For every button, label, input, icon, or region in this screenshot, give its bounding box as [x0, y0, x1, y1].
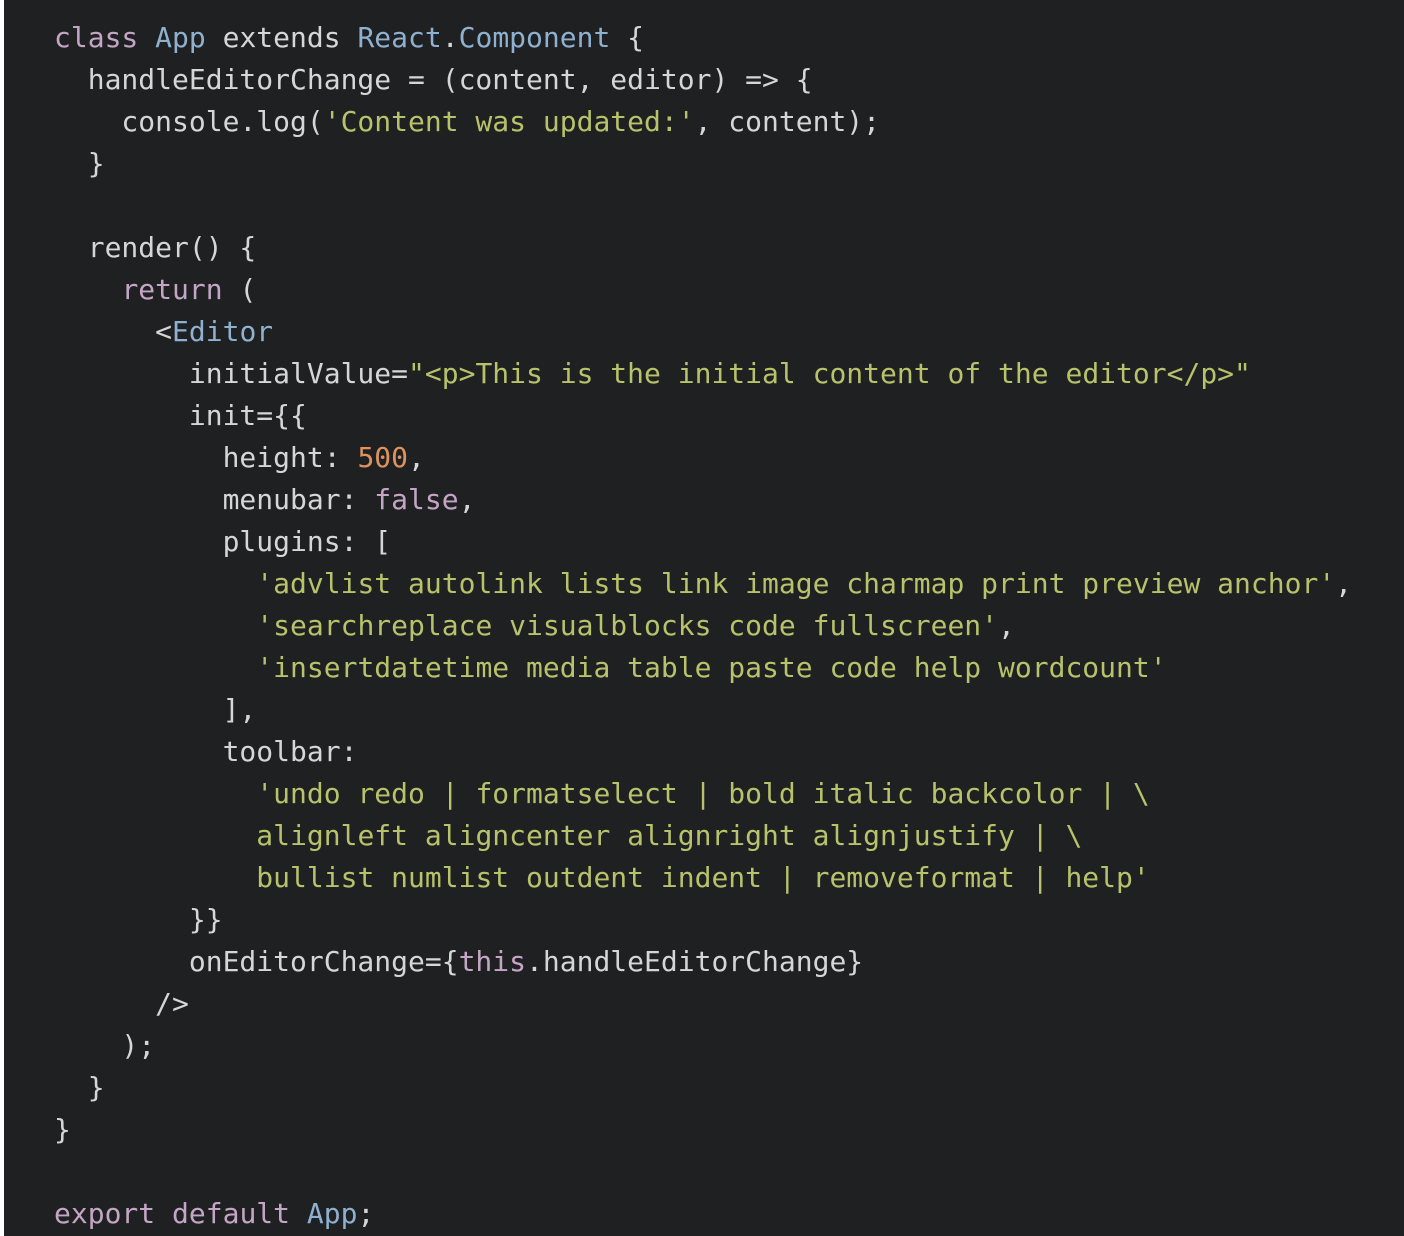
- code-line: render() {: [54, 227, 1404, 269]
- code-token-plain: menubar:: [54, 483, 375, 516]
- code-token-string: 'Content was updated:': [323, 105, 695, 138]
- code-block: class App extends React.Component { hand…: [4, 0, 1404, 1236]
- code-token-plain: }: [54, 1071, 105, 1104]
- code-line: />: [54, 983, 1404, 1025]
- code-token-class: App: [306, 1197, 358, 1230]
- code-token-plain: ;: [357, 1197, 375, 1230]
- code-lines: class App extends React.Component { hand…: [54, 17, 1404, 1235]
- code-token-plain: extends: [205, 21, 358, 54]
- code-line: alignleft aligncenter alignright alignju…: [54, 815, 1404, 857]
- code-token-plain: ,: [998, 609, 1015, 642]
- code-token-string: "<p>This is the initial content of the e…: [408, 357, 1251, 390]
- code-token-class: Component: [458, 21, 611, 54]
- code-line: initialValue="<p>This is the initial con…: [54, 353, 1404, 395]
- code-line: ],: [54, 689, 1404, 731]
- code-token-class: React: [357, 21, 442, 54]
- code-token-plain: , content);: [694, 105, 881, 138]
- code-line: }: [54, 1067, 1404, 1109]
- code-line: onEditorChange={this.handleEditorChange}: [54, 941, 1404, 983]
- code-token-plain: init={{: [54, 399, 307, 432]
- code-token-plain: ,: [408, 441, 425, 474]
- code-line: <Editor: [54, 311, 1404, 353]
- code-line: 'insertdatetime media table paste code h…: [54, 647, 1404, 689]
- code-token-plain: }}: [54, 903, 223, 936]
- code-line: 'searchreplace visualblocks code fullscr…: [54, 605, 1404, 647]
- code-line: );: [54, 1025, 1404, 1067]
- code-token-number: 500: [357, 441, 409, 474]
- code-line: }: [54, 143, 1404, 185]
- code-token-keyword: this: [458, 945, 527, 978]
- code-line: export default App;: [54, 1193, 1404, 1235]
- code-token-class: App: [155, 21, 206, 54]
- code-token-plain: }: [54, 147, 105, 180]
- code-token-plain: <: [54, 315, 173, 348]
- code-line: bullist numlist outdent indent | removef…: [54, 857, 1404, 899]
- code-line: }: [54, 1109, 1404, 1151]
- code-token-plain: />: [54, 987, 189, 1020]
- code-token-plain: ],: [54, 693, 257, 726]
- code-token-plain: plugins: [: [54, 525, 392, 558]
- code-token-plain: .: [441, 21, 459, 54]
- code-token-string: alignleft aligncenter alignright alignju…: [256, 819, 1083, 852]
- code-line: menubar: false,: [54, 479, 1404, 521]
- code-token-string: 'undo redo | formatselect | bold italic …: [256, 777, 1150, 810]
- code-token-plain: .handleEditorChange}: [526, 945, 864, 978]
- code-line: init={{: [54, 395, 1404, 437]
- code-token-keyword: default: [172, 1197, 291, 1230]
- code-token-class: Editor: [172, 315, 274, 348]
- code-token-plain: ,: [1335, 567, 1353, 600]
- code-token-plain: console.log(: [54, 105, 324, 138]
- code-token-keyword: export: [54, 1197, 156, 1230]
- code-token-string: bullist numlist outdent indent | removef…: [256, 861, 1150, 894]
- code-token-plain: {: [610, 21, 645, 54]
- code-token-plain: toolbar:: [54, 735, 358, 768]
- code-token-plain: (: [222, 273, 257, 306]
- code-line: console.log('Content was updated:', cont…: [54, 101, 1404, 143]
- code-token-plain: handleEditorChange = (content, editor) =…: [54, 63, 813, 96]
- code-token-plain: render() {: [54, 231, 257, 264]
- code-token-keyword: false: [374, 483, 459, 516]
- code-line: 'undo redo | formatselect | bold italic …: [54, 773, 1404, 815]
- code-token-string: 'advlist autolink lists link image charm…: [256, 567, 1336, 600]
- code-line: return (: [54, 269, 1404, 311]
- code-token-plain: }: [54, 1113, 71, 1146]
- code-token-keyword: return: [121, 273, 223, 306]
- code-token-plain: height:: [54, 441, 358, 474]
- code-token-string: 'searchreplace visualblocks code fullscr…: [256, 609, 999, 642]
- code-line: handleEditorChange = (content, editor) =…: [54, 59, 1404, 101]
- code-line: }}: [54, 899, 1404, 941]
- code-line: 'advlist autolink lists link image charm…: [54, 563, 1404, 605]
- code-token-plain: );: [54, 1029, 156, 1062]
- code-token-string: 'insertdatetime media table paste code h…: [256, 651, 1167, 684]
- code-line: height: 500,: [54, 437, 1404, 479]
- code-line: class App extends React.Component {: [54, 17, 1404, 59]
- code-line: plugins: [: [54, 521, 1404, 563]
- code-token-plain: onEditorChange={: [54, 945, 459, 978]
- code-token-plain: initialValue=: [54, 357, 409, 390]
- code-token-keyword: class: [54, 21, 139, 54]
- code-token-plain: ,: [458, 483, 476, 516]
- code-line: toolbar:: [54, 731, 1404, 773]
